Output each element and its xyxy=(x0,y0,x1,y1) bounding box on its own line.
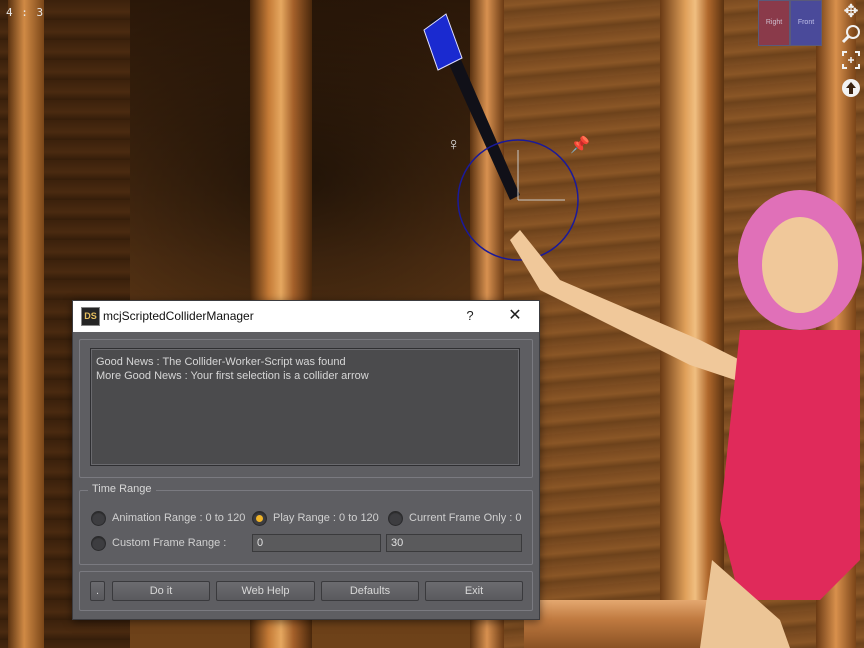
pin-tool-icon: 📌 xyxy=(570,135,590,154)
move-arrows-icon[interactable]: ✥ xyxy=(840,0,862,22)
zoom-icon[interactable] xyxy=(840,24,862,46)
custom-start-field[interactable]: 0 xyxy=(252,534,381,552)
figure-tool-icon: ♀ xyxy=(447,134,461,154)
aspect-ratio-label: 4 : 3 xyxy=(6,6,45,19)
custom-end-field[interactable]: 30 xyxy=(386,534,522,552)
dot-button[interactable]: . xyxy=(90,581,105,601)
character-arm xyxy=(510,230,740,380)
close-icon[interactable]: ✕ xyxy=(503,304,527,328)
exit-button[interactable]: Exit xyxy=(425,581,523,601)
log-line: More Good News : Your first selection is… xyxy=(96,370,369,382)
frame-icon[interactable] xyxy=(840,50,862,72)
custom-frame-range-radio[interactable] xyxy=(91,536,106,551)
camera-face-front[interactable]: Front xyxy=(790,0,822,46)
defaults-button[interactable]: Defaults xyxy=(321,581,419,601)
current-frame-radio[interactable] xyxy=(388,511,403,526)
play-range-label[interactable]: Play Range : 0 to 120 xyxy=(273,512,379,524)
dialog-titlebar[interactable]: DS mcjScriptedColliderManager ? ✕ xyxy=(73,301,539,332)
time-range-group: Time Range Animation Range : 0 to 120 Pl… xyxy=(79,483,533,565)
character-body xyxy=(720,330,860,600)
action-button-group: . Do it Web Help Defaults Exit xyxy=(79,571,533,611)
camera-cube[interactable]: Right Front xyxy=(758,0,824,46)
collider-manager-dialog: DS mcjScriptedColliderManager ? ✕ Good N… xyxy=(72,300,540,620)
orbit-icon[interactable] xyxy=(840,78,862,100)
log-textbox[interactable]: Good News : The Collider-Worker-Script w… xyxy=(90,348,520,466)
web-help-button[interactable]: Web Help xyxy=(216,581,315,601)
dialog-title: mcjScriptedColliderManager xyxy=(103,309,254,323)
log-group: Good News : The Collider-Worker-Script w… xyxy=(79,339,533,478)
custom-frame-range-label[interactable]: Custom Frame Range : xyxy=(112,537,226,549)
ds-logo-icon: DS xyxy=(81,307,100,326)
camera-face-right[interactable]: Right xyxy=(758,0,790,46)
help-button[interactable]: ? xyxy=(459,304,481,328)
do-it-button[interactable]: Do it xyxy=(112,581,210,601)
current-frame-label[interactable]: Current Frame Only : 0 xyxy=(409,512,521,524)
log-line: Good News : The Collider-Worker-Script w… xyxy=(96,356,346,368)
animation-range-label[interactable]: Animation Range : 0 to 120 xyxy=(112,512,245,524)
animation-range-radio[interactable] xyxy=(91,511,106,526)
character-face xyxy=(762,217,838,313)
play-range-radio[interactable] xyxy=(252,511,267,526)
time-range-title: Time Range xyxy=(88,483,156,495)
